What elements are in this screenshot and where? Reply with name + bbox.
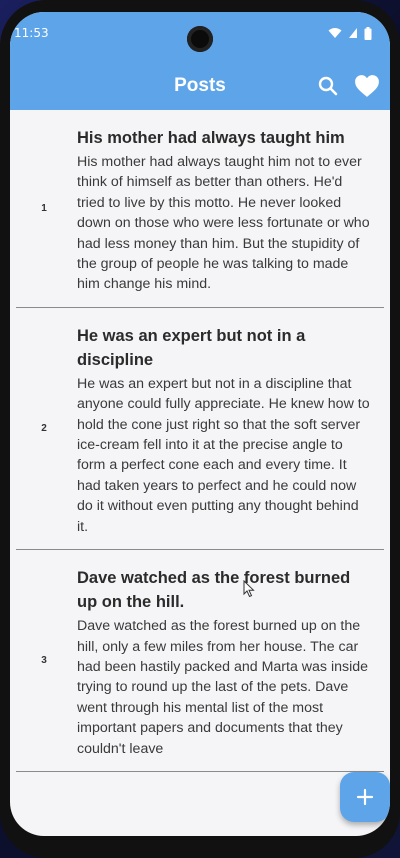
battery-icon: [364, 26, 372, 40]
heart-icon[interactable]: [354, 74, 380, 98]
post-list[interactable]: 1 His mother had always taught him His m…: [10, 110, 390, 836]
wifi-icon: [328, 28, 342, 38]
page-title: Posts: [174, 75, 226, 96]
status-icons: [328, 26, 372, 40]
add-post-button[interactable]: [340, 772, 390, 822]
app-bar: 11:53 Posts: [10, 12, 390, 110]
list-item[interactable]: 1 His mother had always taught him His m…: [16, 110, 384, 308]
search-icon[interactable]: [316, 74, 340, 98]
post-content: He was an expert but not in a discipline…: [77, 324, 370, 537]
front-camera: [187, 26, 213, 52]
post-index: 1: [41, 202, 47, 214]
post-title: His mother had always taught him: [77, 129, 345, 147]
list-item[interactable]: 2 He was an expert but not in a discipli…: [16, 308, 384, 551]
signal-icon: [349, 28, 357, 38]
post-content: Dave watched as the forest burned up on …: [77, 566, 370, 759]
post-body: He was an expert but not in a discipline…: [77, 375, 370, 535]
phone-frame: 11:53 Posts 1 His mother had always taug…: [0, 0, 400, 858]
post-title: Dave watched as the forest burned up on …: [77, 569, 351, 612]
title-row: Posts: [10, 66, 390, 106]
status-time: 11:53: [14, 26, 49, 40]
post-index: 2: [41, 422, 47, 434]
list-item[interactable]: 3 Dave watched as the forest burned up o…: [16, 550, 384, 772]
plus-icon: [356, 788, 374, 806]
post-title: He was an expert but not in a discipline: [77, 326, 306, 369]
app-screen: 11:53 Posts 1 His mother had always taug…: [10, 12, 390, 836]
post-body: Dave watched as the forest burned up on …: [77, 618, 369, 757]
post-index: 3: [41, 655, 47, 667]
mouse-cursor-icon: [243, 580, 255, 598]
post-body: His mother had always taught him not to …: [77, 154, 370, 293]
post-content: His mother had always taught him His mot…: [77, 126, 370, 295]
